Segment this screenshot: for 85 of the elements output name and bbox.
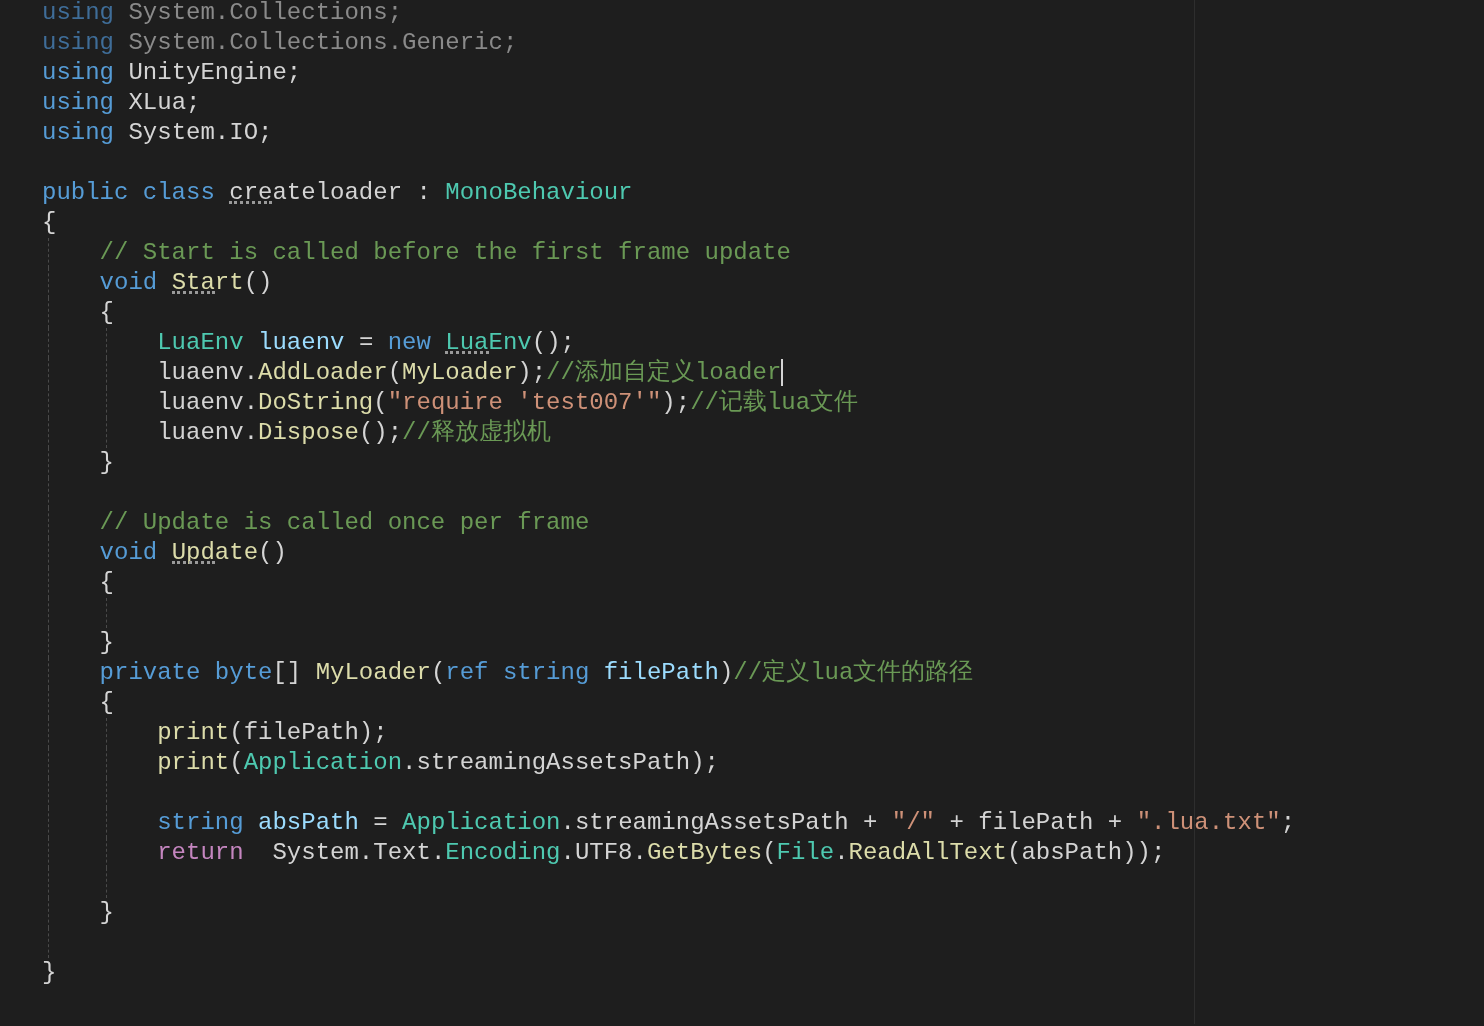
string-literal: "require 'test007'"	[387, 389, 662, 416]
code-text: );	[661, 389, 691, 416]
variable: luaenv	[258, 329, 345, 356]
code-text: .	[834, 839, 849, 866]
method-name: DoString	[258, 389, 374, 416]
comment: //释放虚拟机	[402, 419, 551, 446]
keyword: using	[42, 59, 114, 86]
code-text: (absPath));	[1007, 839, 1166, 866]
comment: //定义lua文件的路径	[733, 659, 974, 686]
keyword: using	[42, 0, 114, 26]
code-text: }	[42, 959, 57, 986]
code-text: .UTF8.	[560, 839, 647, 866]
type-name: Encoding	[445, 839, 561, 866]
code-text: (	[762, 839, 777, 866]
keyword: using	[42, 119, 114, 146]
code-text: ()	[243, 269, 273, 296]
type-name: Application	[402, 809, 561, 836]
code-text: System.Text.	[272, 839, 446, 866]
code-text: {	[99, 299, 114, 326]
type-name: Application	[243, 749, 403, 776]
method-name: Start	[171, 269, 244, 296]
code-text: System.IO;	[128, 119, 273, 146]
keyword: using	[42, 29, 114, 56]
keyword: public class	[42, 179, 215, 206]
type-name: File	[776, 839, 835, 866]
method-name: AddLoader	[258, 359, 388, 386]
code-text: System.Collections.Generic;	[128, 29, 518, 56]
code-text: {	[99, 569, 114, 596]
keyword: void	[99, 539, 158, 566]
method-name: ReadAllText	[848, 839, 1007, 866]
code-text: ()	[258, 539, 287, 566]
method-name: Dispose	[258, 419, 359, 446]
code-text: }	[99, 629, 114, 656]
method-name: GetBytes	[646, 839, 763, 866]
type-name: LuaEnv	[445, 329, 532, 356]
method-name: print	[157, 749, 230, 776]
code-text: }	[99, 449, 114, 476]
method-name: Update	[171, 539, 259, 566]
code-text: createloader	[229, 179, 403, 206]
keyword: ref string	[445, 659, 590, 686]
code-text: UnityEngine;	[128, 59, 302, 86]
comment: // Start is called before the first frame update	[99, 239, 791, 266]
variable: absPath	[258, 809, 359, 836]
code-text: (	[387, 359, 403, 386]
code-text: }	[99, 899, 114, 926]
code-text: =	[358, 329, 374, 356]
code-text: {	[42, 209, 57, 236]
string-literal: "/"	[891, 809, 935, 836]
code-text: (filePath);	[229, 719, 388, 746]
code-text: + filePath +	[949, 809, 1123, 836]
code-text: ;	[1280, 809, 1296, 836]
code-text: .streamingAssetsPath);	[402, 749, 719, 776]
code-text: luaenv.	[157, 389, 259, 416]
type-name: LuaEnv	[157, 329, 244, 356]
code-text: []	[272, 659, 302, 686]
keyword: using	[42, 89, 114, 116]
code-text: ();	[358, 419, 403, 446]
code-text: =	[373, 809, 388, 836]
code-text: {	[99, 689, 114, 716]
code-text: )	[718, 659, 734, 686]
code-text: (	[373, 389, 388, 416]
keyword: string	[157, 809, 244, 836]
code-text: (	[229, 749, 244, 776]
code-text: (	[430, 659, 446, 686]
type-name: MonoBehaviour	[445, 179, 633, 206]
method-name: MyLoader	[402, 359, 518, 386]
comment: //记载lua文件	[690, 389, 859, 416]
code-text: ();	[531, 329, 575, 356]
code-text: XLua;	[128, 89, 201, 116]
method-name: print	[157, 719, 230, 746]
keyword: return	[157, 839, 244, 866]
comment: //添加自定义loader	[546, 359, 784, 386]
keyword: void	[99, 269, 158, 296]
code-text: .streamingAssetsPath +	[560, 809, 878, 836]
code-text: luaenv.	[157, 359, 259, 386]
string-literal: ".lua.txt"	[1136, 809, 1281, 836]
code-text: );	[517, 359, 547, 386]
code-text: luaenv.	[157, 419, 259, 446]
method-name: MyLoader	[315, 659, 431, 686]
keyword: private byte	[99, 659, 273, 686]
comment: // Update is called once per frame	[99, 509, 590, 536]
variable: filePath	[603, 659, 719, 686]
code-text: System.Collections;	[128, 0, 403, 26]
code-text: :	[416, 179, 431, 206]
keyword: new	[387, 329, 431, 356]
